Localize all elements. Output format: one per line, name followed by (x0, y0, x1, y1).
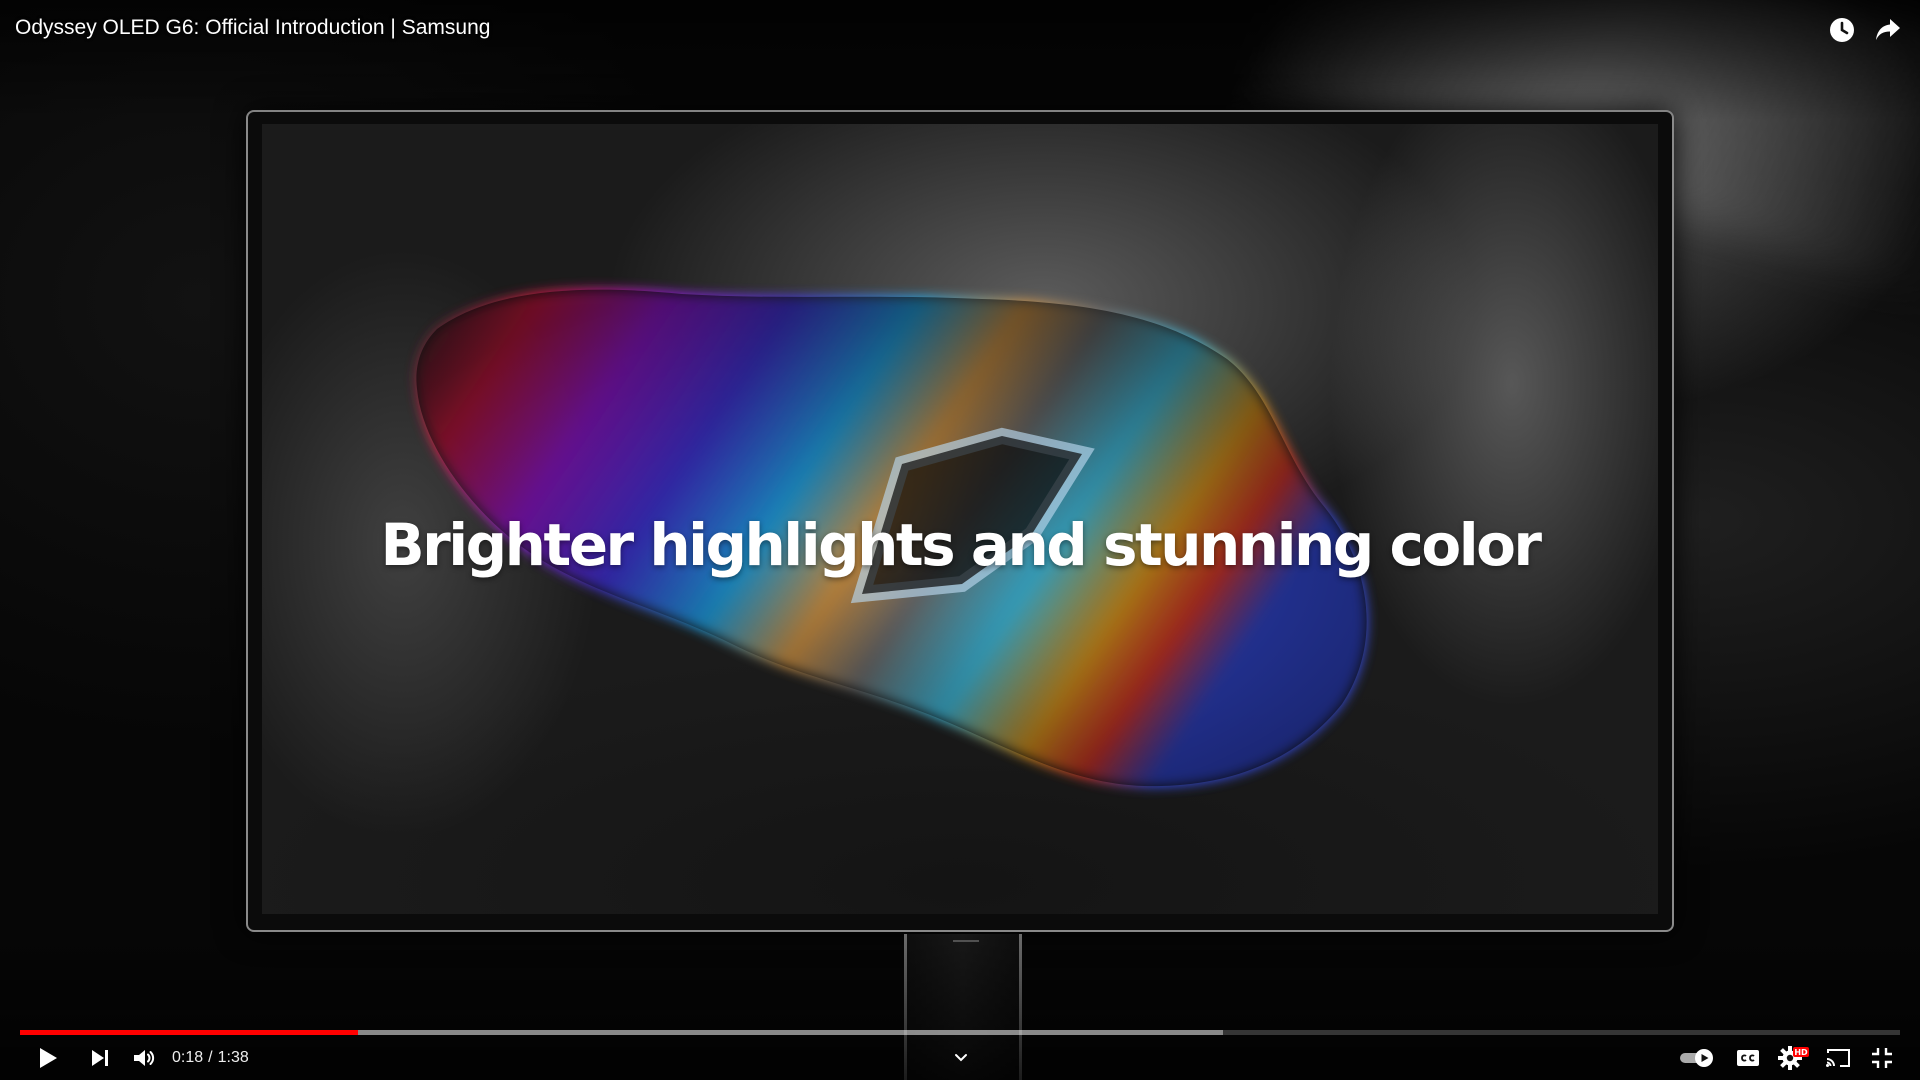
clock-icon (1830, 18, 1854, 42)
autoplay-toggle[interactable] (1672, 1036, 1722, 1080)
exit-fullscreen-button[interactable] (1862, 1036, 1902, 1080)
progress-played (20, 1030, 359, 1035)
volume-button[interactable] (124, 1036, 164, 1080)
volume-icon (134, 1050, 155, 1066)
stand-logo (953, 940, 979, 942)
share-icon (1876, 19, 1900, 40)
settings-button[interactable]: HD (1772, 1036, 1816, 1080)
cast-icon (1826, 1049, 1850, 1067)
time-separator: / (208, 1049, 213, 1066)
share-button[interactable] (1868, 12, 1908, 48)
video-caption: Brighter highlights and stunning color (380, 511, 1542, 579)
exit-fullscreen-icon (1872, 1048, 1892, 1068)
video-title[interactable]: Odyssey OLED G6: Official Introduction |… (15, 16, 490, 40)
cast-button[interactable] (1818, 1036, 1858, 1080)
hd-badge-label: HD (1794, 1048, 1808, 1057)
monitor-bezel: Brighter highlights and stunning color (246, 110, 1674, 932)
player-controls: 0:18 / 1:38 HD (0, 1036, 1920, 1080)
video-frame[interactable]: Brighter highlights and stunning color (0, 0, 1920, 1080)
autoplay-toggle-icon (1680, 1049, 1713, 1067)
captions-button[interactable] (1728, 1036, 1768, 1080)
gear-icon: HD (1778, 1046, 1809, 1070)
play-button[interactable] (28, 1036, 68, 1080)
duration: 1:38 (217, 1049, 249, 1066)
progress-bar[interactable] (20, 1030, 1900, 1035)
next-icon (92, 1050, 108, 1066)
current-time: 0:18 (172, 1049, 204, 1066)
monitor-screen: Brighter highlights and stunning color (262, 124, 1658, 914)
chapter-chevron-button[interactable] (946, 1036, 976, 1080)
watch-later-button[interactable] (1822, 12, 1862, 48)
chevron-down-icon (955, 1054, 967, 1062)
next-button[interactable] (80, 1036, 120, 1080)
captions-icon (1737, 1050, 1759, 1066)
time-display: 0:18 / 1:38 (172, 1036, 249, 1080)
play-icon (40, 1048, 57, 1068)
